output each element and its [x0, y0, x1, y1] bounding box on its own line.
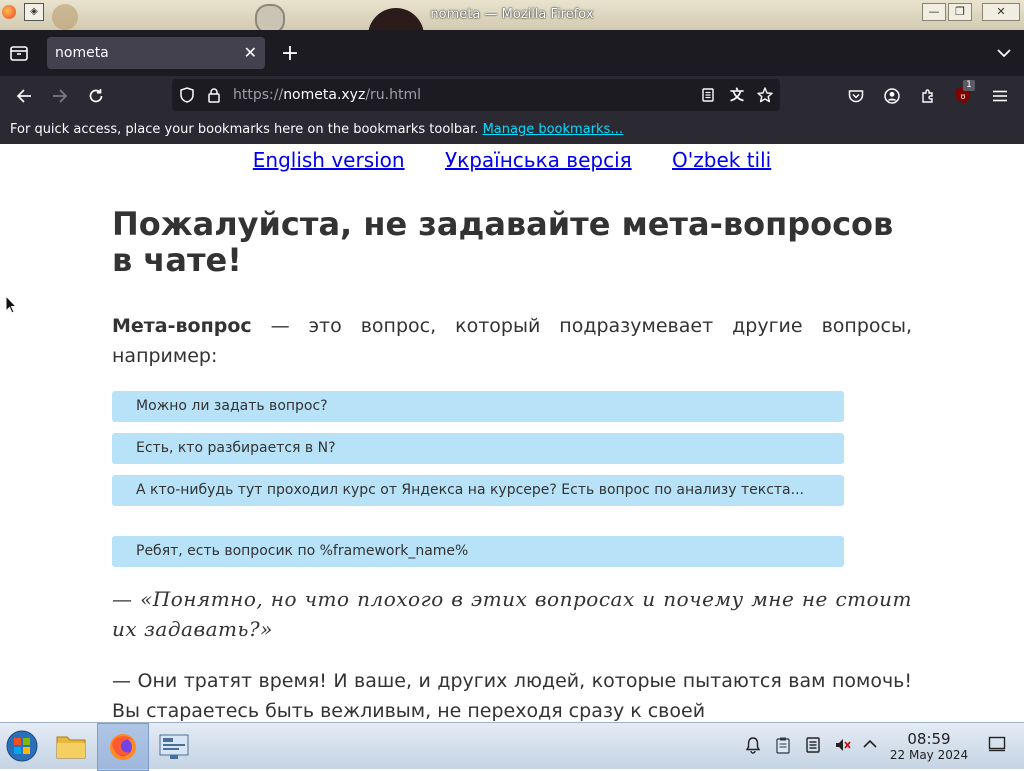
lang-link-ukrainian[interactable]: Українська версія — [445, 148, 632, 172]
firefox-taskbar-icon[interactable] — [97, 723, 149, 771]
example-question: Есть, кто разбирается в N? — [112, 433, 844, 464]
url-host: nometa.xyz — [283, 87, 366, 103]
clipboard-tray-icon[interactable] — [774, 736, 792, 758]
show-hidden-icons-chevron-icon[interactable] — [862, 736, 878, 756]
navigation-toolbar: https://nometa.xyz/ru.html 文 ʊ 1 — [0, 76, 1024, 116]
pocket-icon[interactable] — [846, 86, 866, 106]
bookmarks-hint: For quick access, place your bookmarks h… — [10, 122, 623, 137]
language-switcher: English version Українська версія O'zbek… — [0, 148, 1024, 172]
bookmarks-hint-text: For quick access, place your bookmarks h… — [10, 122, 479, 137]
tab-close-icon[interactable]: ✕ — [244, 43, 257, 62]
example-question: А кто-нибудь тут проходил курс от Яндекс… — [112, 475, 844, 506]
show-desktop-icon[interactable] — [988, 736, 1006, 756]
address-bar[interactable]: https://nometa.xyz/ru.html 文 — [172, 79, 780, 111]
lang-link-english[interactable]: English version — [253, 148, 405, 172]
lock-icon[interactable] — [205, 86, 223, 104]
tab-strip: nometa ✕ + — [0, 30, 1024, 76]
list-all-tabs-icon[interactable] — [994, 43, 1014, 63]
new-tab-button[interactable]: + — [280, 41, 300, 66]
taskbar: 08:59 22 May 2024 — [0, 722, 1024, 771]
url-scheme: https:// — [233, 87, 284, 103]
tab-overview-icon[interactable] — [9, 43, 29, 63]
extensions-icon[interactable] — [918, 86, 938, 106]
notifications-bell-icon[interactable] — [744, 736, 762, 758]
page-content: English version Українська версія O'zbek… — [0, 144, 1024, 722]
window-titlebar[interactable]: ◈ nometa — Mozilla Firefox — ❐ ✕ — [0, 0, 1024, 30]
clock-date[interactable]: 22 May 2024 — [886, 748, 972, 762]
reader-view-icon[interactable] — [699, 86, 717, 104]
page-title: Пожалуйста, не задавайте мета-вопросов в… — [112, 205, 894, 279]
example-question: Можно ли задать вопрос? — [112, 391, 844, 422]
storage-tray-icon[interactable] — [804, 736, 822, 758]
window-title: nometa — Mozilla Firefox — [430, 7, 594, 22]
tab-nometa[interactable]: nometa ✕ — [47, 37, 265, 69]
manage-bookmarks-link[interactable]: Manage bookmarks… — [483, 122, 624, 137]
svg-text:ʊ: ʊ — [961, 92, 966, 101]
translate-icon[interactable]: 文 — [727, 85, 747, 105]
lang-link-uzbek[interactable]: O'zbek tili — [672, 148, 771, 172]
ublock-origin-icon[interactable]: ʊ 1 — [955, 80, 975, 106]
forward-icon — [50, 86, 70, 106]
tab-label: nometa — [55, 45, 109, 61]
url-path: /ru.html — [365, 87, 422, 103]
tracking-protection-shield-icon[interactable] — [178, 86, 196, 104]
maximize-button[interactable]: ❐ — [948, 3, 972, 21]
quote-paragraph: — «Понятно, но что плохого в этих вопрос… — [112, 587, 912, 641]
minimize-button[interactable]: — — [922, 3, 946, 21]
reload-icon[interactable] — [86, 86, 106, 106]
close-button[interactable]: ✕ — [982, 3, 1020, 21]
start-menu-button[interactable] — [2, 723, 42, 769]
answer-paragraph: — Они тратят время! И ваше, и других люд… — [112, 670, 912, 722]
intro-term: Мета-вопрос — [112, 315, 252, 337]
example-question: Ребят, есть вопросик по %framework_name% — [112, 536, 844, 567]
volume-muted-icon[interactable] — [834, 736, 852, 758]
bookmarks-toolbar: For quick access, place your bookmarks h… — [0, 116, 1024, 144]
back-icon[interactable] — [14, 86, 34, 106]
file-manager-taskbar-icon[interactable] — [48, 723, 94, 769]
account-icon[interactable] — [882, 86, 902, 106]
bookmark-star-icon[interactable] — [755, 85, 775, 105]
app-menu-hamburger-icon[interactable] — [990, 86, 1010, 106]
intro-paragraph: Мета-вопрос — это вопрос, который подраз… — [112, 311, 912, 371]
mouse-cursor-icon — [5, 294, 18, 319]
url-text[interactable]: https://nometa.xyz/ru.html — [233, 87, 421, 103]
clock-time[interactable]: 08:59 — [896, 730, 962, 748]
extension-badge: 1 — [963, 80, 975, 91]
system-settings-taskbar-icon[interactable] — [152, 723, 196, 769]
